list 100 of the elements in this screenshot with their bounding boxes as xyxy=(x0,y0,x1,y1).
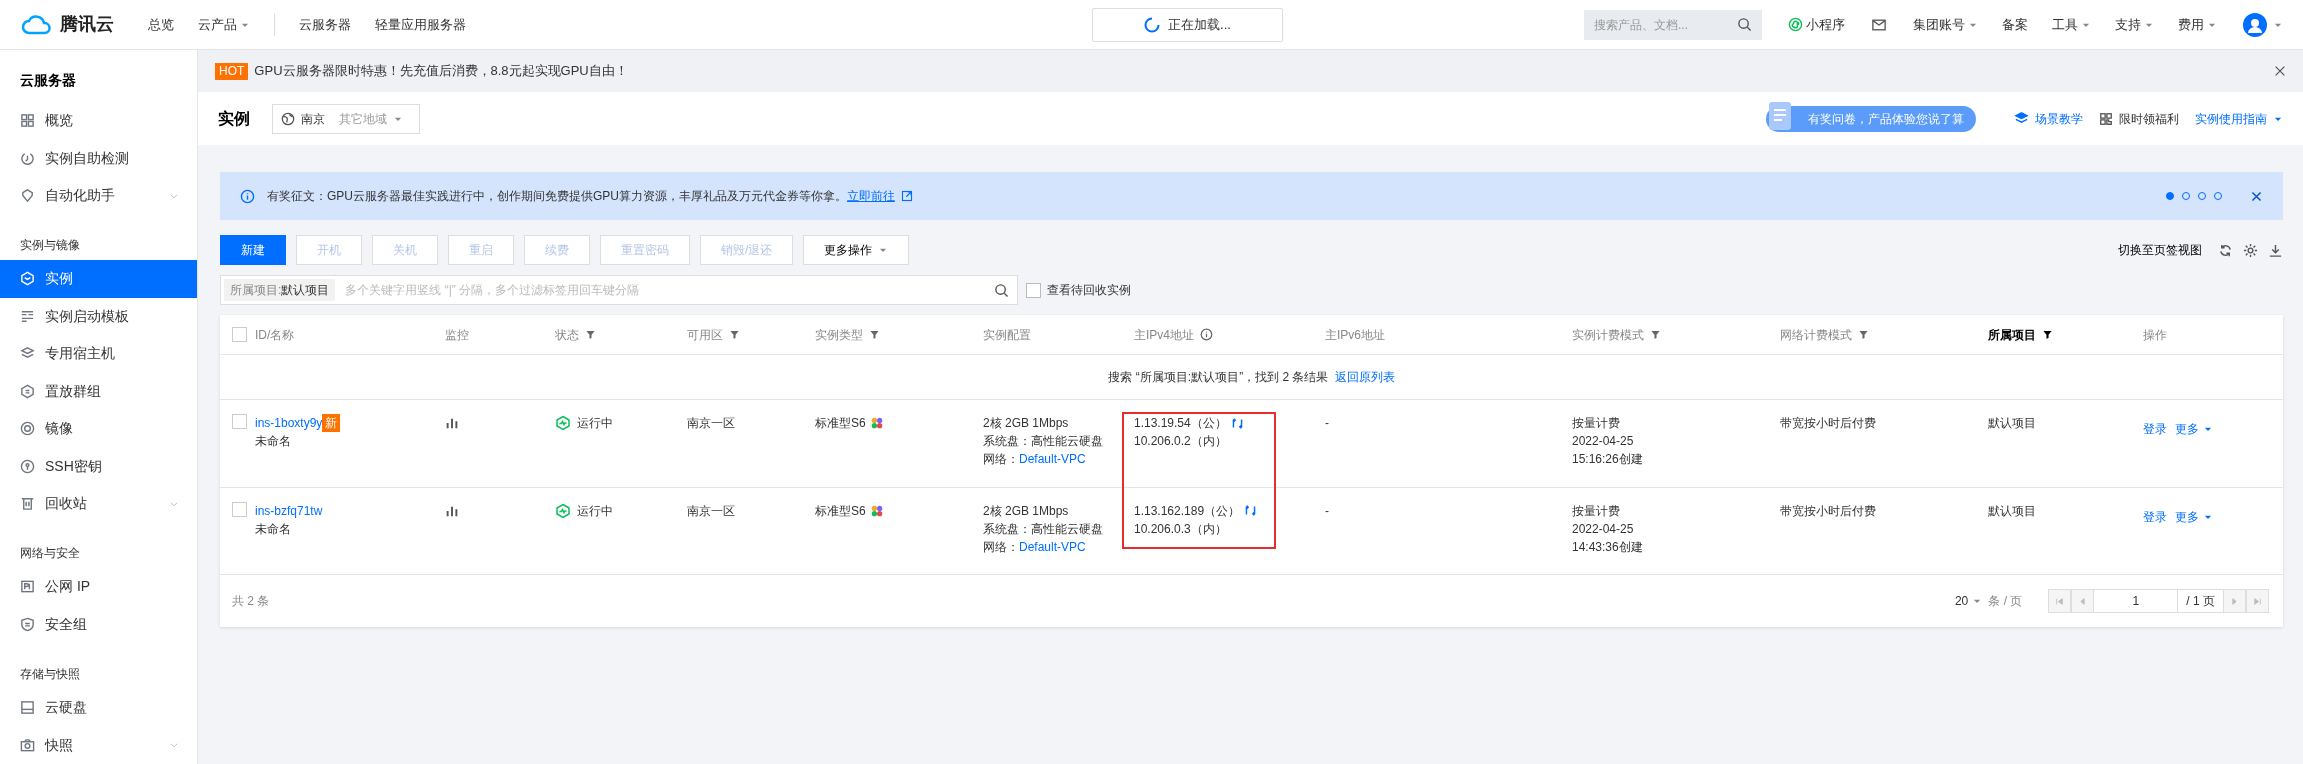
swap-icon[interactable] xyxy=(1230,416,1244,430)
filter-icon[interactable] xyxy=(2042,329,2053,340)
avatar-icon[interactable] xyxy=(2243,12,2267,37)
back-to-list-link[interactable]: 返回原列表 xyxy=(1334,368,1395,386)
more-menu-link[interactable]: 更多 xyxy=(2175,507,2213,526)
layers-icon xyxy=(2014,111,2029,126)
header-link[interactable]: 限时领福利 xyxy=(2099,109,2179,128)
sidebar-item[interactable]: 专用宿主机 xyxy=(0,335,197,373)
checkbox[interactable] xyxy=(232,501,247,517)
region-select[interactable]: 南京 其它地域 xyxy=(272,103,420,134)
nav-link[interactable]: 工具 xyxy=(2052,14,2091,35)
column-header: 主IPv4地址 xyxy=(1134,325,1325,344)
promo-text[interactable]: GPU云服务器限时特惠！先充值后消费，8.8元起实现GPU自由！ xyxy=(254,61,2267,81)
sidebar-item[interactable]: 实例自助检测 xyxy=(0,139,197,177)
action-button[interactable]: 新建 xyxy=(220,235,286,265)
search-icon[interactable] xyxy=(1737,17,1752,32)
camera-icon xyxy=(20,737,35,753)
sidebar-item[interactable]: 公网 IP xyxy=(0,568,197,606)
notice-link[interactable]: 立即前往 xyxy=(847,189,895,203)
template-icon xyxy=(20,308,35,324)
checkbox[interactable] xyxy=(1026,282,1041,298)
nav-link[interactable]: 轻量应用服务器 xyxy=(375,14,466,35)
filter-tag[interactable]: 所属项目:默认项目 xyxy=(224,279,336,301)
column-header[interactable]: 可用区 xyxy=(687,325,815,344)
nav-link[interactable]: 支持 xyxy=(2115,14,2154,35)
dropdown-button[interactable]: 更多操作 xyxy=(803,235,910,265)
page-size-select[interactable]: 20 xyxy=(1954,592,1983,610)
column-header[interactable]: 实例类型 xyxy=(815,325,983,344)
spinner-icon xyxy=(1144,17,1161,33)
next-page-icon xyxy=(2230,596,2239,606)
table-cell-text: 2核 2GB 1Mbps xyxy=(983,502,1069,520)
vpc-link[interactable]: Default-VPC xyxy=(1019,450,1086,468)
sidebar-item[interactable]: 自动化助手 xyxy=(0,176,197,215)
sidebar-item[interactable]: 回收站 xyxy=(0,484,197,523)
sidebar-item[interactable]: 实例 xyxy=(0,260,197,298)
page-input[interactable]: 1 xyxy=(2094,589,2179,613)
nav-link[interactable]: 云服务器 xyxy=(299,14,351,35)
cloud-logo-icon[interactable] xyxy=(20,12,54,37)
mail-icon[interactable] xyxy=(1871,17,1887,32)
column-header[interactable]: 网络计费模式 xyxy=(1780,325,1988,344)
sidebar-item[interactable]: SSH密钥 xyxy=(0,447,197,485)
sidebar-item[interactable]: 安全组 xyxy=(0,605,197,644)
nav-link[interactable]: 小程序 xyxy=(1788,14,1845,35)
checkbox[interactable] xyxy=(232,414,247,429)
nav-link[interactable]: 总览 xyxy=(148,14,174,35)
refresh-icon[interactable] xyxy=(2218,242,2233,258)
close-icon[interactable] xyxy=(2250,189,2263,203)
login-link[interactable]: 登录 xyxy=(2143,507,2167,526)
nav-link[interactable]: 集团账号 xyxy=(1913,14,1978,35)
table-cell-text: - xyxy=(1325,502,1329,520)
prev-page-icon xyxy=(2078,596,2088,606)
checkbox-label[interactable]: 查看待回收实例 xyxy=(1047,281,1131,299)
external-link-icon[interactable] xyxy=(901,190,913,202)
settings-icon[interactable] xyxy=(2243,242,2258,258)
sidebar-item[interactable]: 实例启动模板 xyxy=(0,297,197,336)
close-icon[interactable] xyxy=(2273,64,2287,78)
column-header: 主IPv6地址 xyxy=(1325,326,1386,344)
globe-icon xyxy=(281,111,295,126)
sidebar-item[interactable]: 云硬盘 xyxy=(0,689,197,727)
search-input[interactable]: 搜索产品、文档... xyxy=(1594,15,1737,34)
bar-chart-icon[interactable] xyxy=(445,416,459,430)
sidebar-group-label: 实例与镜像 xyxy=(19,237,81,255)
filter-search-field[interactable]: 所属项目:默认项目 多个关键字用竖线 “|” 分隔，多个过滤标签用回车键分隔 xyxy=(220,275,1018,305)
column-header[interactable]: 所属项目 xyxy=(1988,325,2143,344)
sidebar-item[interactable]: 概览 xyxy=(0,101,197,140)
instance-id-link[interactable]: ins-1boxty9y xyxy=(255,414,323,432)
vpc-link[interactable]: Default-VPC xyxy=(1019,537,1086,556)
swap-icon[interactable] xyxy=(1244,504,1258,517)
table-cell-text: 2022-04-25 xyxy=(1572,433,1634,450)
instance-name: 未命名 xyxy=(255,433,291,450)
gauge-icon xyxy=(20,150,35,166)
more-menu-link[interactable]: 更多 xyxy=(2175,420,2213,438)
table-cell-text: 按量计费 xyxy=(1572,415,1620,432)
header-link[interactable]: 实例使用指南 xyxy=(2195,109,2283,128)
instance-id-link[interactable]: ins-bzfq71tw xyxy=(255,501,323,520)
sidebar-item[interactable]: 镜像 xyxy=(0,409,197,448)
nav-link[interactable]: 备案 xyxy=(2002,14,2028,35)
search-input[interactable]: 多个关键字用竖线 “|” 分隔，多个过滤标签用回车键分隔 xyxy=(345,281,984,299)
header-link[interactable]: 场景教学 xyxy=(2014,109,2083,128)
hot-badge: HOT xyxy=(215,62,249,80)
nav-link[interactable]: 费用 xyxy=(2178,14,2217,35)
column-header: 操作 xyxy=(2143,326,2168,344)
sidebar-item[interactable]: 快照 xyxy=(0,726,197,764)
search-icon[interactable] xyxy=(994,282,1009,298)
info-icon[interactable] xyxy=(1200,328,1213,341)
column-header: 监控 xyxy=(445,326,470,344)
ip-address: 1.13.162.189（公） xyxy=(1134,502,1241,520)
download-icon[interactable] xyxy=(2268,242,2283,258)
login-link[interactable]: 登录 xyxy=(2143,420,2167,438)
table-cell-text: 带宽按小时后付费 xyxy=(1780,415,1876,432)
multicolor-badge-icon xyxy=(869,416,884,430)
switch-view-link[interactable]: 切换至页签视图 xyxy=(2118,241,2202,259)
checkbox[interactable] xyxy=(232,327,247,342)
sidebar-item[interactable]: 置放群组 xyxy=(0,372,197,410)
column-header[interactable]: 实例计费模式 xyxy=(1572,325,1780,344)
nav-link[interactable]: 云产品 xyxy=(198,14,250,35)
search-field[interactable]: 搜索产品、文档... xyxy=(1584,9,1762,40)
instance-name: 未命名 xyxy=(255,520,291,538)
logo-text[interactable]: 腾讯云 xyxy=(60,11,114,38)
column-header[interactable]: 状态 xyxy=(555,325,687,344)
